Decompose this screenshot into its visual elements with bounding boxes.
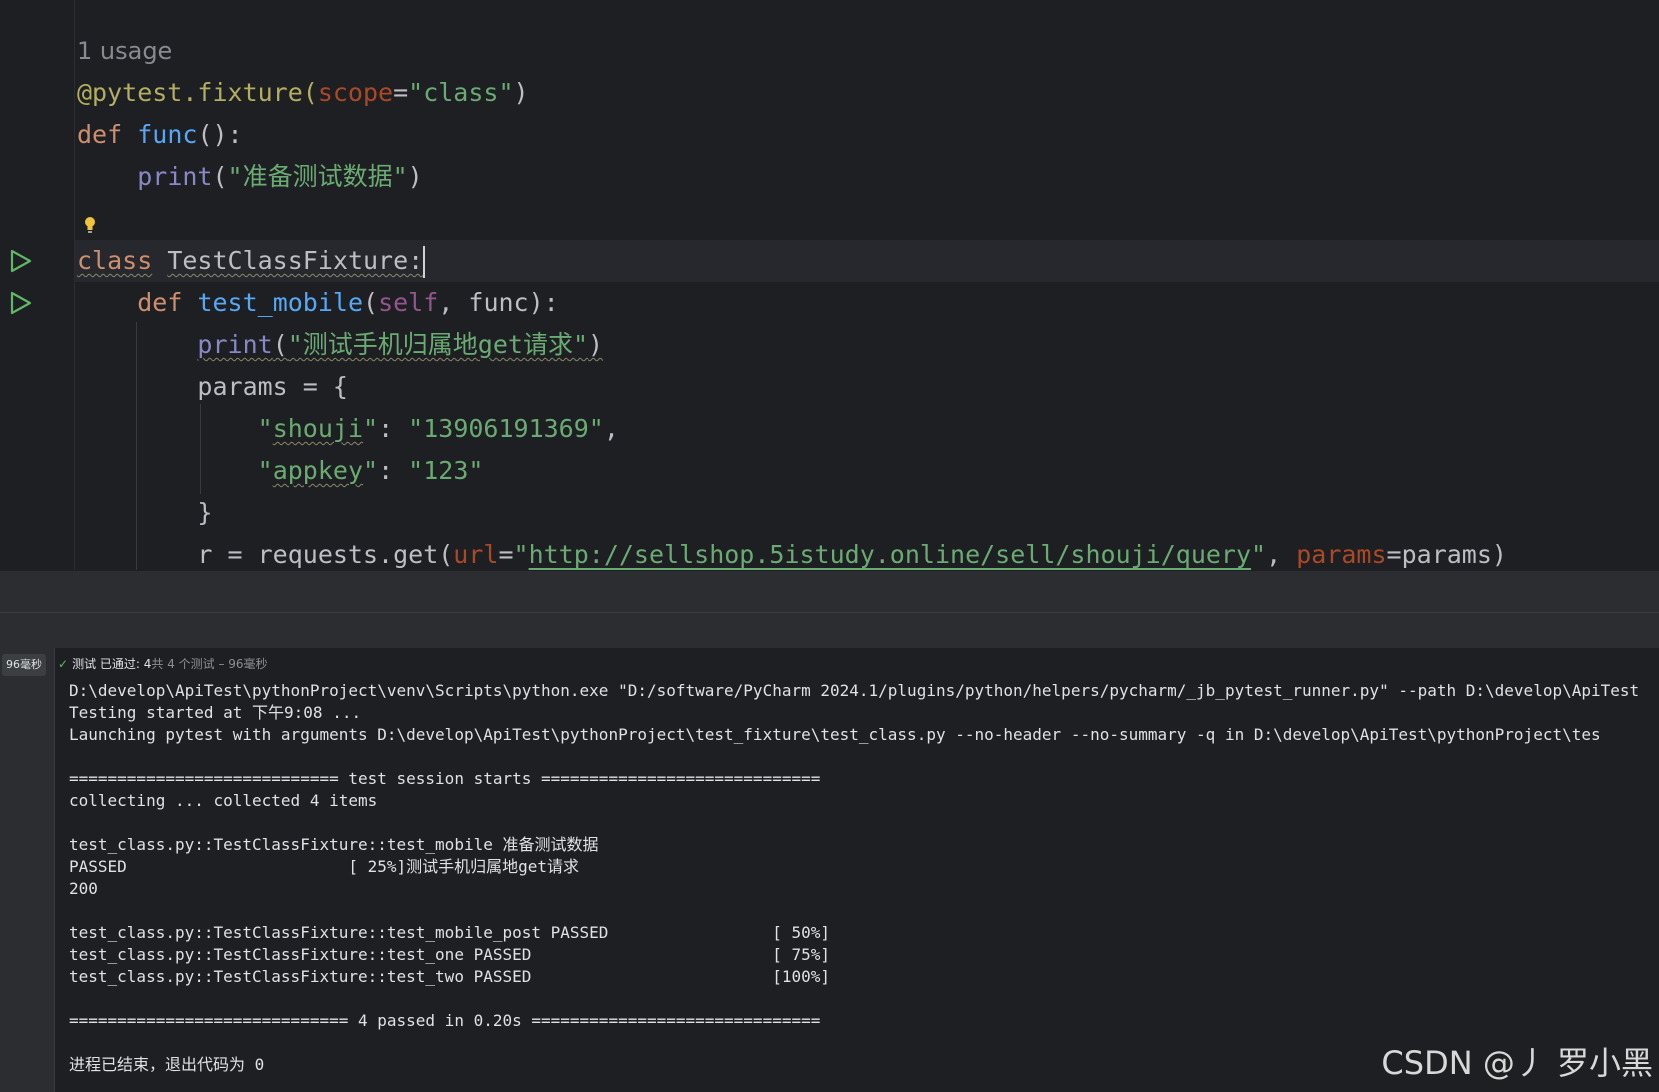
string-literal: "class": [408, 78, 514, 107]
run-test-icon[interactable]: [6, 247, 34, 275]
quote: ": [257, 414, 273, 443]
editor-gutter: [0, 0, 75, 570]
code-line: def test_mobile(self, func):: [77, 282, 559, 324]
usage-hint-text[interactable]: 1 usage: [77, 37, 172, 65]
status-label: 测试 已通过: 4: [72, 657, 152, 671]
operator: =: [393, 78, 409, 107]
keyword: class: [77, 246, 153, 275]
test-tree-sidebar[interactable]: [0, 648, 55, 1092]
console-line: test_class.py::TestClassFixture::test_mo…: [69, 923, 830, 942]
decorator: @pytest.fixture(: [77, 78, 318, 107]
punctuation: ,: [1266, 540, 1297, 569]
run-toolbar: [0, 612, 1659, 649]
punctuation: params): [1401, 540, 1507, 569]
punctuation: ): [513, 78, 529, 107]
console-line: collecting ... collected 4 items: [69, 791, 378, 810]
code-line: params = {: [77, 366, 348, 408]
console-line: test_class.py::TestClassFixture::test_tw…: [69, 967, 830, 986]
punctuation: }: [197, 498, 213, 527]
dict-key: shouji: [272, 414, 363, 443]
watermark: CSDN @丿 罗小黑: [1381, 1044, 1653, 1082]
punctuation: :: [378, 456, 409, 485]
console-line: ============================= 4 passed i…: [69, 1011, 821, 1030]
function-name: func: [137, 120, 198, 149]
duration-badge: 96毫秒: [2, 654, 46, 676]
function-name: test_mobile: [197, 288, 364, 317]
operator: =: [498, 540, 514, 569]
punctuation: (: [272, 330, 288, 359]
keyword: def: [77, 120, 123, 149]
lightbulb-icon[interactable]: [84, 216, 96, 234]
usage-hint[interactable]: 1 usage: [77, 30, 172, 72]
text-caret: [423, 246, 426, 278]
keyword-arg: params: [1296, 540, 1387, 569]
code-line: print("准备测试数据"): [77, 156, 423, 198]
quote: ": [1251, 540, 1267, 569]
string-literal: "测试手机归属地get请求": [287, 330, 589, 359]
quote: ": [363, 456, 379, 485]
test-status: ✓ 测试 已通过: 4共 4 个测试 – 96毫秒: [58, 652, 268, 676]
panel-divider[interactable]: [0, 570, 1659, 613]
console-line: test_class.py::TestClassFixture::test_on…: [69, 945, 830, 964]
console-line: Testing started at 下午9:08 ...: [69, 703, 362, 722]
builtin-function: print: [197, 330, 273, 359]
operator: =: [1386, 540, 1402, 569]
dict-key: appkey: [272, 456, 363, 485]
quote: ": [257, 456, 273, 485]
punctuation: (: [363, 288, 379, 317]
code-line: @pytest.fixture(scope="class"): [77, 72, 529, 114]
code-line: print("测试手机归属地get请求"): [77, 324, 603, 366]
console-line: ============================ test sessio…: [69, 769, 821, 788]
console-line: 200: [69, 879, 98, 898]
code-editor[interactable]: 1 usage @pytest.fixture(scope="class") d…: [0, 0, 1659, 570]
punctuation: ): [588, 330, 604, 359]
console-line: test_class.py::TestClassFixture::test_mo…: [69, 835, 599, 854]
code-line: }: [77, 492, 212, 534]
run-test-icon[interactable]: [6, 289, 34, 317]
string-literal: "准备测试数据": [227, 162, 408, 191]
code-line: def func():: [77, 114, 243, 156]
builtin-function: print: [137, 162, 213, 191]
self-keyword: self: [378, 288, 439, 317]
console-line: Launching pytest with arguments D:\devel…: [69, 725, 1601, 744]
code-line: "appkey": "123": [77, 450, 484, 492]
console-line: 进程已结束，退出代码为 0: [69, 1055, 265, 1074]
string-literal: "13906191369": [408, 414, 604, 443]
punctuation: ,: [603, 414, 619, 443]
keyword-arg: url: [453, 540, 499, 569]
url-link[interactable]: http://sellshop.5istudy.online/sell/shou…: [529, 540, 1251, 569]
punctuation: (: [212, 162, 228, 191]
punctuation: , func):: [438, 288, 559, 317]
code-line: r = requests.get(url="http://sellshop.5i…: [77, 534, 1507, 570]
keyword: def: [137, 288, 183, 317]
keyword-arg: scope: [317, 78, 394, 107]
console-line: PASSED [ 25%]测试手机归属地get请求: [69, 857, 580, 876]
status-detail: 共 4 个测试 – 96毫秒: [151, 657, 268, 671]
code-line: class TestClassFixture:: [77, 240, 426, 282]
class-name: TestClassFixture:: [167, 246, 424, 275]
check-icon: ✓: [58, 657, 69, 671]
code-line: "shouji": "13906191369",: [77, 408, 619, 450]
string-literal: "123": [408, 456, 484, 485]
punctuation: ): [407, 162, 423, 191]
punctuation: :: [378, 414, 409, 443]
quote: ": [363, 414, 379, 443]
call-expression: r = requests.get(: [197, 540, 454, 569]
quote: ": [513, 540, 529, 569]
assignment: params = {: [197, 372, 348, 401]
punctuation: ():: [197, 120, 243, 149]
console-line: D:\develop\ApiTest\pythonProject\venv\Sc…: [69, 681, 1640, 700]
